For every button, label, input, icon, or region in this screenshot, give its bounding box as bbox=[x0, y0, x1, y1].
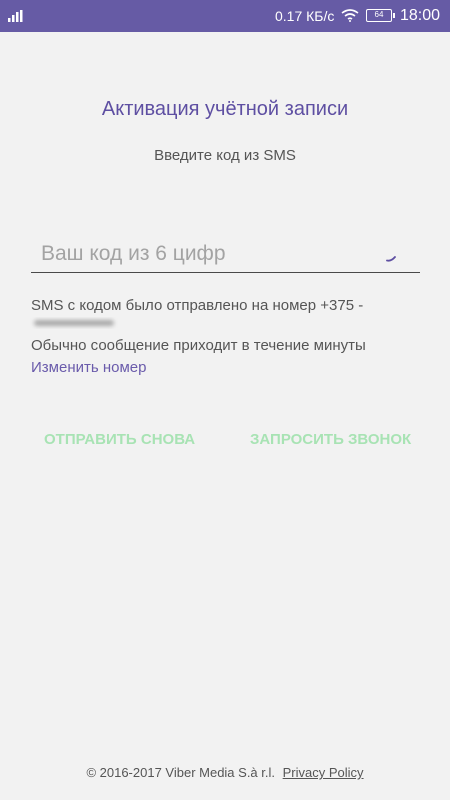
battery-level: 64 bbox=[374, 10, 384, 19]
change-number-link[interactable]: Изменить номер bbox=[31, 358, 146, 378]
check-icon bbox=[386, 256, 396, 262]
page-title: Активация учётной записи bbox=[101, 98, 349, 120]
wifi-icon bbox=[341, 9, 359, 22]
request-call-button[interactable]: ЗАПРОСИТЬ ЗВОНОК bbox=[250, 430, 411, 450]
status-time: 18:00 bbox=[400, 7, 441, 24]
usual-time-text: Обычно сообщение приходит в течение мину… bbox=[31, 337, 366, 354]
sms-code-input[interactable] bbox=[41, 238, 381, 270]
signal-icon bbox=[8, 10, 23, 22]
network-speed: 0.17 КБ/с bbox=[275, 8, 335, 24]
copyright-text: © 2016-2017 Viber Media S.à r.l. bbox=[86, 765, 276, 780]
battery-icon: 64 bbox=[366, 9, 395, 22]
sms-sent-text: SMS с кодом было отправлено на номер +37… bbox=[31, 297, 364, 314]
footer: © 2016-2017 Viber Media S.à r.l. Privacy… bbox=[0, 764, 450, 782]
status-bar: 0.17 КБ/с 64 18:00 bbox=[0, 0, 450, 32]
resend-button[interactable]: ОТПРАВИТЬ СНОВА bbox=[44, 430, 195, 450]
masked-phone-number bbox=[34, 320, 114, 326]
account-activation-screen: 0.17 КБ/с 64 18:00 Активация учётной зап… bbox=[0, 0, 450, 800]
privacy-policy-link[interactable]: Privacy Policy bbox=[283, 765, 364, 780]
code-field bbox=[31, 238, 420, 273]
page-subtitle: Введите код из SMS bbox=[154, 147, 296, 164]
